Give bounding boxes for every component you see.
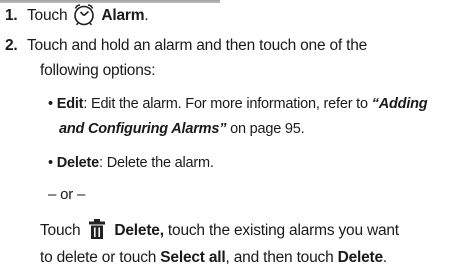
touch-delete-line-1: Touch Delete, touch the existing alarms … — [40, 218, 399, 243]
select-all-label: Select all — [160, 249, 226, 266]
step-number: 1. — [5, 7, 18, 24]
bullet-dot: • — [48, 155, 57, 171]
step-2-line-2: following options: — [40, 62, 156, 79]
step-1: 1. Touch Alarm. — [5, 2, 149, 28]
edit-reference: “Adding — [371, 96, 428, 112]
bullet-edit-cont: and Configuring Alarms” on page 95. — [59, 117, 305, 141]
delete-icon-label: Delete, — [114, 222, 164, 239]
bullet-edit: • Edit: Edit the alarm. For more informa… — [48, 92, 428, 116]
touch-delete-end: . — [382, 249, 388, 266]
touch-delete-rest: touch the existing alarms you want — [163, 222, 399, 239]
bullet-delete: • Delete: Delete the alarm. — [48, 151, 214, 175]
delete-label: Delete — [56, 155, 100, 171]
bullet-dot: • — [48, 96, 57, 112]
edit-reference-cont: and Configuring Alarms” — [59, 121, 227, 137]
touch-delete-mid: , and then touch — [225, 249, 338, 266]
step-number: 2. — [5, 37, 18, 54]
edit-page-ref: on page 95. — [226, 121, 305, 137]
step-text: Touch — [27, 7, 68, 24]
or-separator: – or – — [48, 186, 86, 203]
step-1-period: . — [144, 7, 149, 24]
delete-text: : Delete the alarm. — [99, 155, 214, 171]
step-2: 2. Touch and hold an alarm and then touch… — [5, 33, 367, 58]
delete-final-label: Delete — [337, 249, 384, 266]
touch-delete-line2-prefix: to delete or touch — [40, 249, 161, 266]
manual-page: 1. Touch Alarm. 2. Touch and hold an alarm… — [0, 0, 466, 277]
edit-text: : Edit the alarm. For more information, … — [83, 96, 372, 112]
trash-icon — [86, 218, 108, 240]
alarm-clock-icon — [71, 2, 97, 26]
alarm-label: Alarm — [101, 7, 145, 24]
edit-label: Edit — [56, 96, 84, 112]
touch-text: Touch — [40, 222, 81, 239]
step-2-line-1: Touch and hold an alarm and then touch o… — [27, 37, 368, 54]
touch-delete-line-2: to delete or touch Select all, and then … — [40, 245, 387, 270]
